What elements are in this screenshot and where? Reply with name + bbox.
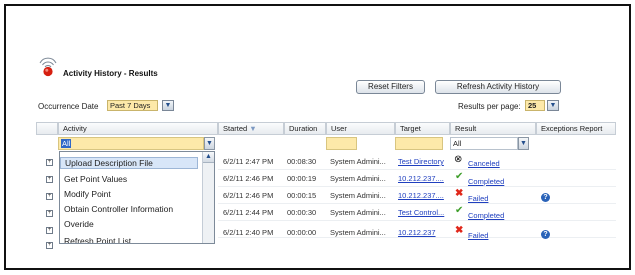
- expand-row-toggle[interactable]: +: [46, 227, 53, 234]
- dropdown-scrollbar[interactable]: ▲: [202, 152, 214, 243]
- row-result-link[interactable]: Failed: [468, 231, 488, 240]
- row-started: 6/2/11 2:46 PM: [223, 191, 274, 200]
- refresh-activity-history-button[interactable]: Refresh Activity History: [435, 80, 561, 94]
- row-user: System Admini...: [330, 208, 386, 217]
- row-target-link[interactable]: 10.212.237....: [398, 191, 444, 200]
- app-logo-icon: [39, 57, 57, 77]
- row-duration: 00:00:15: [287, 191, 317, 200]
- occurrence-date-select[interactable]: Past 7 Days: [107, 100, 158, 111]
- expand-row-toggle[interactable]: +: [46, 193, 53, 200]
- chevron-down-icon[interactable]: ▼: [162, 100, 174, 111]
- occurrence-date-label: Occurrence Date: [38, 102, 99, 111]
- column-header-exceptions-label: Exceptions Report: [541, 124, 603, 133]
- column-header-activity[interactable]: Activity: [58, 122, 218, 135]
- reset-filters-button[interactable]: Reset Filters: [356, 80, 425, 94]
- activity-filter-input[interactable]: All: [58, 137, 204, 150]
- row-target-link[interactable]: Test Directory: [398, 157, 444, 166]
- result-filter-value: All: [453, 139, 462, 148]
- dropdown-item-modify-point[interactable]: Modify Point: [64, 189, 111, 199]
- column-header-started-label: Started: [223, 124, 248, 133]
- row-divider: [218, 203, 616, 204]
- column-header-result-label: Result: [455, 124, 477, 133]
- column-header-started[interactable]: Started ▼: [218, 122, 284, 135]
- expand-row-toggle[interactable]: +: [46, 159, 53, 166]
- cancel-icon: ⊗: [454, 154, 463, 165]
- dropdown-item-obtain-controller-information[interactable]: Obtain Controller Information: [64, 204, 173, 214]
- row-duration: 00:08:30: [287, 157, 317, 166]
- sort-descending-icon: ▼: [249, 124, 257, 133]
- dropdown-item-refresh-point-list[interactable]: Refresh Point List: [64, 236, 131, 243]
- row-result-link[interactable]: Failed: [468, 194, 488, 203]
- activity-dropdown-list: Upload Description File Get Point Values…: [59, 151, 215, 244]
- row-duration: 00:00:30: [287, 208, 317, 217]
- x-icon: ✖: [455, 225, 464, 236]
- column-header-duration[interactable]: Duration: [284, 122, 326, 135]
- row-result-link[interactable]: Canceled: [468, 159, 500, 168]
- chevron-down-icon[interactable]: ▼: [204, 137, 215, 150]
- column-header-user[interactable]: User: [326, 122, 395, 135]
- row-user: System Admini...: [330, 228, 386, 237]
- row-target-link[interactable]: 10.212.237....: [398, 174, 444, 183]
- expand-row-toggle[interactable]: +: [46, 210, 53, 217]
- help-icon[interactable]: ?: [541, 230, 550, 239]
- row-divider: [218, 186, 616, 187]
- row-user: System Admini...: [330, 174, 386, 183]
- help-icon[interactable]: ?: [541, 193, 550, 202]
- column-header-target[interactable]: Target: [395, 122, 450, 135]
- row-result-link[interactable]: Completed: [468, 211, 504, 220]
- check-icon: ✔: [455, 171, 464, 182]
- check-icon: ✔: [455, 205, 464, 216]
- app-window: Activity History - Results Reset Filters…: [4, 4, 631, 270]
- activity-filter-value: All: [61, 139, 72, 148]
- dropdown-item-upload-description-file[interactable]: Upload Description File: [60, 157, 198, 169]
- expand-row-toggle[interactable]: +: [46, 176, 53, 183]
- row-started: 6/2/11 2:46 PM: [223, 174, 274, 183]
- column-header-exceptions-report[interactable]: Exceptions Report: [536, 122, 616, 135]
- row-target-link[interactable]: Test Control...: [398, 208, 444, 217]
- row-started: 6/2/11 2:40 PM: [223, 228, 274, 237]
- row-divider: [218, 169, 616, 170]
- row-started: 6/2/11 2:44 PM: [223, 208, 274, 217]
- column-header-target-label: Target: [400, 124, 421, 133]
- row-target-link[interactable]: 10.212.237: [398, 228, 436, 237]
- user-filter-input[interactable]: [326, 137, 357, 150]
- column-header-result[interactable]: Result: [450, 122, 536, 135]
- chevron-down-icon[interactable]: ▼: [518, 137, 529, 150]
- chevron-up-icon[interactable]: ▲: [203, 152, 214, 163]
- column-header-activity-label: Activity: [63, 124, 87, 133]
- row-user: System Admini...: [330, 157, 386, 166]
- dropdown-item-overide[interactable]: Overide: [64, 219, 94, 229]
- dropdown-item-get-point-values[interactable]: Get Point Values: [64, 174, 127, 184]
- column-header-user-label: User: [331, 124, 347, 133]
- row-divider: [218, 220, 616, 221]
- x-icon: ✖: [455, 188, 464, 199]
- target-filter-input[interactable]: [395, 137, 443, 150]
- row-divider: [218, 237, 616, 238]
- row-duration: 00:00:00: [287, 228, 317, 237]
- expand-row-toggle[interactable]: +: [46, 242, 53, 249]
- row-duration: 00:00:19: [287, 174, 317, 183]
- expand-column-header: [36, 122, 58, 135]
- row-result-link[interactable]: Completed: [468, 177, 504, 186]
- result-filter-select[interactable]: All: [450, 137, 518, 150]
- chevron-down-icon[interactable]: ▼: [547, 100, 559, 111]
- results-per-page-label: Results per page:: [458, 102, 521, 111]
- row-started: 6/2/11 2:47 PM: [223, 157, 274, 166]
- results-per-page-select[interactable]: 25: [525, 100, 545, 111]
- row-user: System Admini...: [330, 191, 386, 200]
- page-title: Activity History - Results: [63, 69, 158, 78]
- column-header-duration-label: Duration: [289, 124, 318, 133]
